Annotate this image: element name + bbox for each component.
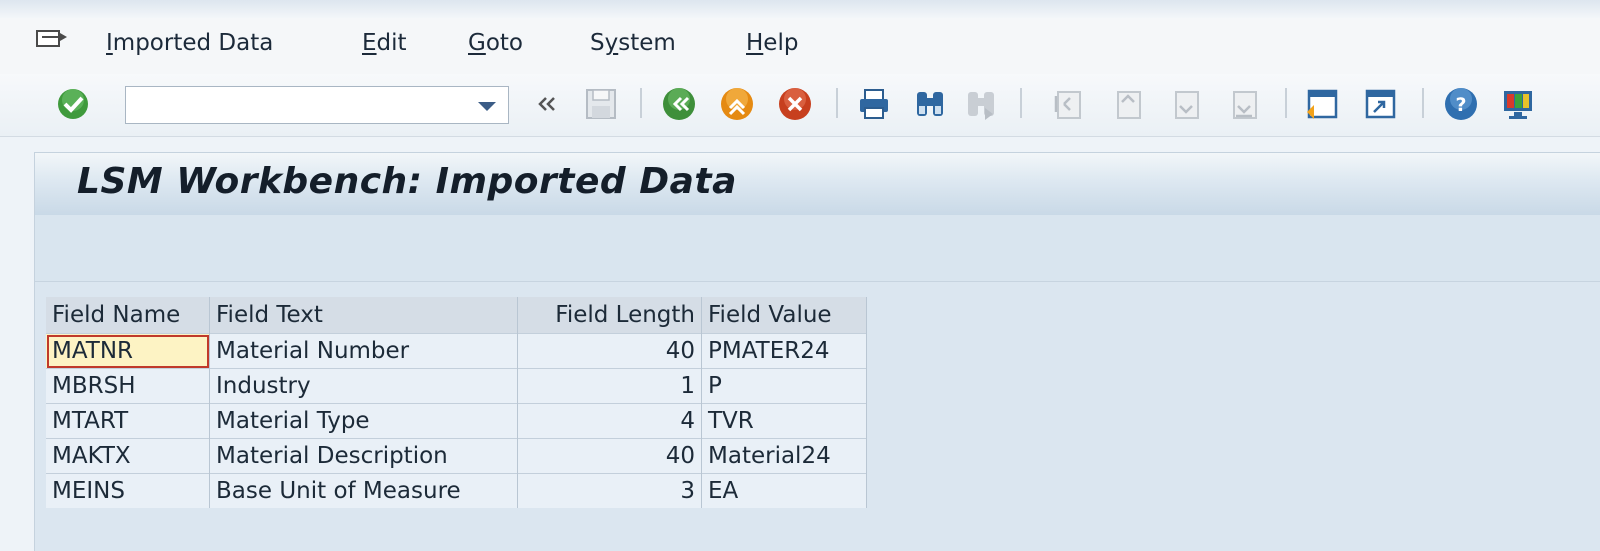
standard-toolbar: ? xyxy=(0,74,1600,137)
field-text-cell[interactable]: Base Unit of Measure xyxy=(209,473,518,508)
help-icon[interactable]: ? xyxy=(1443,86,1479,122)
column-header-field-value[interactable]: Field Value xyxy=(701,297,867,334)
print-icon[interactable] xyxy=(856,86,892,122)
application-toolbar-area xyxy=(35,215,1600,282)
toolbar-separator xyxy=(1020,88,1022,118)
window-top-strip xyxy=(0,0,1600,18)
toolbar-separator xyxy=(640,88,642,118)
create-session-icon[interactable] xyxy=(1304,86,1340,122)
table-row: MTART Material Type 4 TVR xyxy=(46,403,867,439)
previous-page-icon[interactable] xyxy=(1110,86,1146,122)
find-icon[interactable] xyxy=(912,86,948,122)
system-menu-icon[interactable] xyxy=(34,26,70,56)
command-field[interactable] xyxy=(125,86,509,124)
table-row: MEINS Base Unit of Measure 3 EA xyxy=(46,473,867,508)
toolbar-separator xyxy=(1422,88,1424,118)
field-name-cell[interactable]: MEINS xyxy=(46,473,210,508)
field-value-cell[interactable]: PMATER24 xyxy=(701,333,867,369)
shortcut-icon[interactable] xyxy=(1362,86,1398,122)
menu-system[interactable]: System xyxy=(590,30,676,56)
field-text-cell[interactable]: Material Description xyxy=(209,438,518,474)
column-header-field-length[interactable]: Field Length xyxy=(517,297,702,334)
field-text-cell[interactable]: Industry xyxy=(209,368,518,404)
table-row: MBRSH Industry 1 P xyxy=(46,368,867,404)
imported-data-table: Field Name Field Text Field Length Field… xyxy=(46,297,867,508)
svg-text:?: ? xyxy=(1455,94,1466,116)
next-page-icon[interactable] xyxy=(1168,86,1204,122)
exit-icon[interactable] xyxy=(719,86,755,122)
menu-bar: Imported Data Edit Goto System Help xyxy=(0,18,1600,75)
menu-imported-data[interactable]: Imported Data xyxy=(106,30,273,56)
save-icon[interactable] xyxy=(583,86,619,122)
field-text-cell[interactable]: Material Type xyxy=(209,403,518,439)
table-row: MAKTX Material Description 40 Material24 xyxy=(46,438,867,474)
dropdown-arrow-icon[interactable] xyxy=(478,102,496,111)
field-length-cell[interactable]: 1 xyxy=(517,368,702,404)
field-length-cell[interactable]: 4 xyxy=(517,403,702,439)
back-icon[interactable] xyxy=(661,86,697,122)
menu-edit[interactable]: Edit xyxy=(362,30,407,56)
field-name-cell[interactable]: MAKTX xyxy=(46,438,210,474)
menu-help[interactable]: Help xyxy=(746,30,798,56)
field-name-cell[interactable]: MTART xyxy=(46,403,210,439)
field-value-cell[interactable]: Material24 xyxy=(701,438,867,474)
table-area: Field Name Field Text Field Length Field… xyxy=(35,282,1600,551)
field-value-cell[interactable]: TVR xyxy=(701,403,867,439)
field-length-cell[interactable]: 3 xyxy=(517,473,702,508)
cancel-icon[interactable] xyxy=(777,86,813,122)
field-length-cell[interactable]: 40 xyxy=(517,438,702,474)
field-text-cell[interactable]: Material Number xyxy=(209,333,518,369)
main-content: LSM Workbench: Imported Data Field Name … xyxy=(34,152,1600,551)
field-length-cell[interactable]: 40 xyxy=(517,333,702,369)
layout-menu-icon[interactable] xyxy=(1500,86,1536,122)
field-name-cell[interactable]: MATNR xyxy=(46,333,210,369)
first-page-icon[interactable] xyxy=(1050,86,1086,122)
table-row: MATNR Material Number 40 PMATER24 xyxy=(46,333,867,369)
toolbar-separator xyxy=(836,88,838,118)
table-header-row: Field Name Field Text Field Length Field… xyxy=(46,297,867,334)
page-title: LSM Workbench: Imported Data xyxy=(77,161,737,202)
column-header-field-text[interactable]: Field Text xyxy=(209,297,518,334)
last-page-icon[interactable] xyxy=(1226,86,1262,122)
title-bar: LSM Workbench: Imported Data xyxy=(35,153,1600,215)
field-value-cell[interactable]: EA xyxy=(701,473,867,508)
field-name-cell[interactable]: MBRSH xyxy=(46,368,210,404)
column-header-field-name[interactable]: Field Name xyxy=(46,297,210,334)
collapse-icon[interactable] xyxy=(530,86,566,122)
menu-goto[interactable]: Goto xyxy=(468,30,523,56)
toolbar-separator xyxy=(1285,88,1287,118)
field-value-cell[interactable]: P xyxy=(701,368,867,404)
enter-icon[interactable] xyxy=(55,86,91,122)
find-next-icon[interactable] xyxy=(963,86,999,122)
